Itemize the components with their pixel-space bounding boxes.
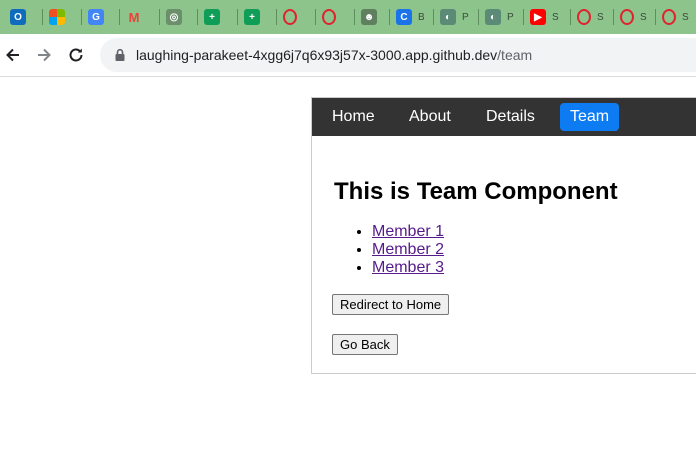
tab-separator	[433, 9, 434, 25]
microsoft-icon	[49, 9, 65, 25]
tab-separator	[613, 9, 614, 25]
browser-tab[interactable]: ▶ S	[530, 0, 559, 34]
address-bar[interactable]: laughing-parakeet-4xgg6j7q6x93j57x-3000.…	[100, 38, 696, 72]
url-path: /team	[497, 47, 533, 63]
browser-tab[interactable]: ◎	[166, 0, 182, 34]
tab-separator	[119, 9, 120, 25]
tab-separator	[197, 9, 198, 25]
chatgpt-icon: ◎	[166, 9, 182, 25]
lock-icon	[114, 48, 126, 67]
tab-title: S	[640, 11, 647, 23]
member-link-3[interactable]: Member 3	[372, 259, 444, 276]
browser-tab[interactable]	[283, 0, 297, 34]
browser-tab-strip: O G M ◎ + + ☻ C B ◐ P ◐ P ▶ S S S S	[0, 0, 696, 34]
tab-separator	[389, 9, 390, 25]
google-translate-icon: G	[88, 9, 104, 25]
opera-icon	[283, 9, 297, 25]
reload-icon[interactable]	[65, 44, 87, 66]
back-icon[interactable]	[2, 44, 24, 66]
browser-tab[interactable]: ◐ P	[485, 0, 514, 34]
google-sheets-icon: +	[244, 9, 260, 25]
android-icon: ☻	[361, 9, 377, 25]
browser-tab[interactable]: +	[244, 0, 260, 34]
youtube-icon: ▶	[530, 9, 546, 25]
tab-separator	[159, 9, 160, 25]
tab-separator	[655, 9, 656, 25]
url-host: laughing-parakeet-4xgg6j7q6x93j57x-3000.…	[136, 47, 498, 63]
browser-tab[interactable]: ◐ P	[440, 0, 469, 34]
list-item: Member 2	[372, 241, 444, 259]
tab-title: P	[507, 11, 514, 23]
browser-tab[interactable]	[322, 0, 336, 34]
tab-separator	[315, 9, 316, 25]
p-icon: ◐	[485, 9, 501, 25]
redirect-home-button[interactable]: Redirect to Home	[332, 294, 450, 315]
tab-separator	[237, 9, 238, 25]
forward-icon[interactable]	[33, 44, 55, 66]
url-text: laughing-parakeet-4xgg6j7q6x93j57x-3000.…	[136, 47, 532, 63]
list-item: Member 1	[372, 223, 444, 241]
outlook-icon: O	[10, 9, 26, 25]
browser-tab[interactable]: S	[620, 0, 647, 34]
tab-title: S	[682, 11, 689, 23]
app-container: Home About Details Team This is Team Com…	[311, 97, 696, 374]
browser-tab[interactable]: S	[662, 0, 689, 34]
opera-icon	[662, 9, 676, 25]
browser-tab[interactable]: M	[126, 0, 142, 34]
list-item: Member 3	[372, 259, 444, 277]
gmail-icon: M	[128, 9, 140, 25]
browser-tab[interactable]: S	[577, 0, 604, 34]
browser-toolbar: laughing-parakeet-4xgg6j7q6x93j57x-3000.…	[0, 34, 696, 77]
tab-separator	[354, 9, 355, 25]
browser-tab[interactable]: O	[10, 0, 26, 34]
browser-tab[interactable]: +	[204, 0, 220, 34]
p-icon: ◐	[440, 9, 456, 25]
member-list: Member 1 Member 2 Member 3	[332, 223, 444, 277]
member-link-2[interactable]: Member 2	[372, 241, 444, 258]
browser-tab[interactable]: G	[88, 0, 104, 34]
google-sheets-icon: +	[204, 9, 220, 25]
tab-separator	[42, 9, 43, 25]
tab-separator	[276, 9, 277, 25]
nav-link-home[interactable]: Home	[322, 103, 385, 131]
browser-tab[interactable]: CB	[396, 0, 425, 34]
tab-title: B	[418, 11, 425, 23]
tab-separator	[570, 9, 571, 25]
browser-tab[interactable]	[49, 0, 65, 34]
opera-icon	[577, 9, 591, 25]
tab-separator	[523, 9, 524, 25]
tab-title: S	[552, 11, 559, 23]
browser-tab[interactable]: ☻	[361, 0, 377, 34]
opera-icon	[322, 9, 336, 25]
tab-title: P	[462, 11, 469, 23]
nav-link-about[interactable]: About	[399, 103, 461, 131]
nav-link-details[interactable]: Details	[476, 103, 545, 131]
nav-link-team[interactable]: Team	[560, 103, 620, 131]
tab-title: S	[597, 11, 604, 23]
member-link-1[interactable]: Member 1	[372, 223, 444, 240]
opera-icon	[620, 9, 634, 25]
tab-separator	[81, 9, 82, 25]
tab-separator	[478, 9, 479, 25]
navbar: Home About Details Team	[312, 98, 696, 136]
go-back-button[interactable]: Go Back	[332, 334, 398, 355]
page-heading: This is Team Component	[334, 178, 618, 205]
c-icon: C	[396, 9, 412, 25]
